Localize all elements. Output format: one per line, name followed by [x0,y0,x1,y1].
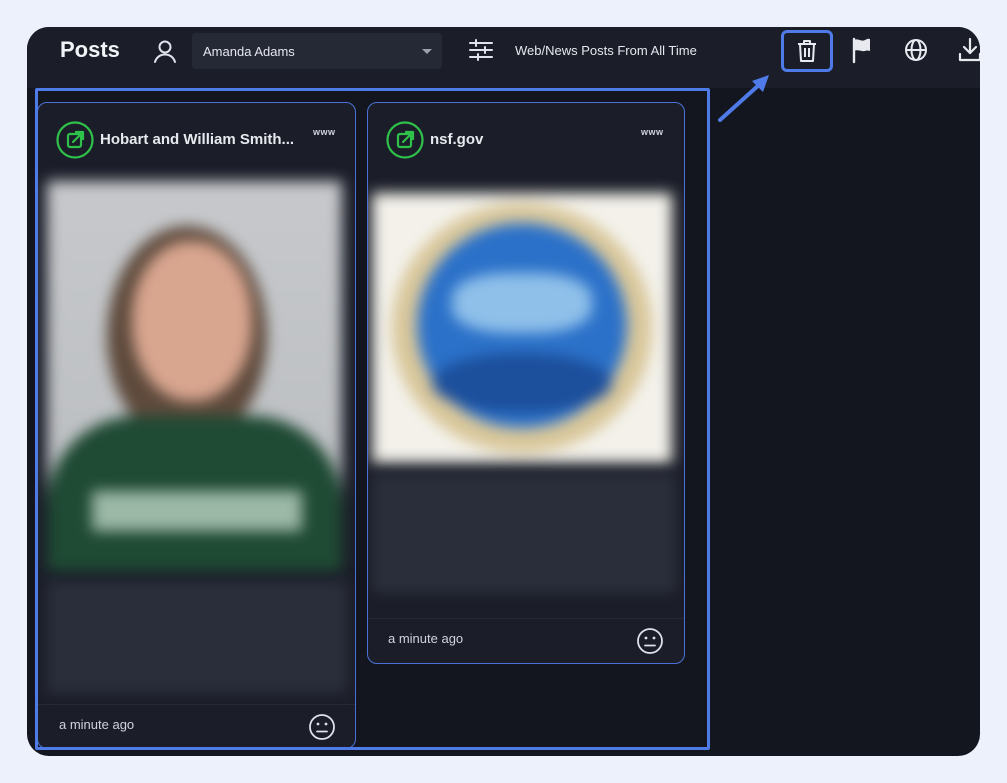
post-card-header: nsf.gov www [368,103,684,179]
annotation-arrow-icon [718,75,769,122]
post-image[interactable] [47,181,342,571]
post-image[interactable] [372,193,672,463]
chevron-down-icon [422,49,432,54]
neutral-sentiment-icon[interactable] [308,713,336,741]
user-select[interactable]: Amanda Adams [192,33,442,69]
post-text-preview [47,581,347,693]
trash-icon [798,40,816,62]
user-select-value: Amanda Adams [203,44,295,59]
external-link-icon[interactable] [386,121,424,159]
post-timestamp: a minute ago [388,631,464,646]
top-bar: Posts Amanda Adams Web/News Posts From A… [27,27,980,88]
post-timestamp: a minute ago [59,717,135,732]
post-source-name[interactable]: Hobart and William Smith... [100,131,294,148]
post-card[interactable]: nsf.gov www a minute ago [367,102,685,664]
post-card[interactable]: Hobart and William Smith... www a minute… [37,102,356,749]
neutral-sentiment-icon[interactable] [636,627,664,655]
delete-button[interactable] [781,30,833,72]
post-card-header: Hobart and William Smith... www [38,103,355,179]
download-icon[interactable] [956,36,980,64]
post-card-divider [38,704,355,705]
post-card-divider [368,618,684,619]
post-type-badge: www [641,127,664,137]
post-source-name[interactable]: nsf.gov [430,131,483,148]
app-window: Posts Amanda Adams Web/News Posts From A… [27,27,980,756]
globe-icon[interactable] [902,36,930,64]
post-text-preview [372,473,676,593]
flag-icon[interactable] [847,36,875,64]
filter-sliders-icon[interactable] [468,37,494,63]
page-title: Posts [60,37,120,62]
user-icon[interactable] [152,38,178,64]
external-link-icon[interactable] [56,121,94,159]
filter-label[interactable]: Web/News Posts From All Time [515,43,697,58]
post-type-badge: www [313,127,336,137]
